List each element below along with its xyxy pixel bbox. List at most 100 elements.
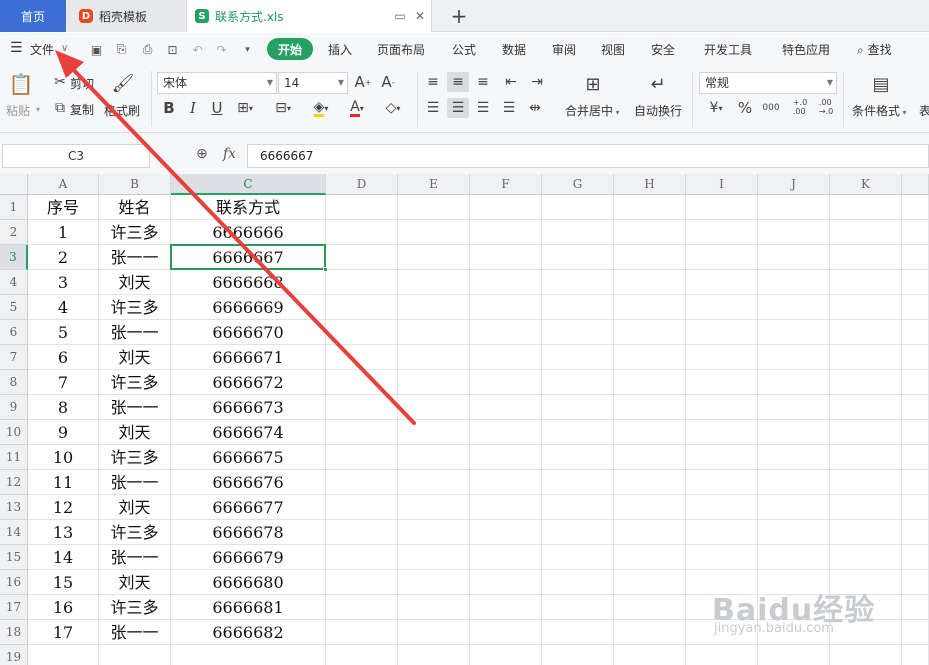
cell-i4[interactable]	[686, 270, 758, 295]
row-header-1[interactable]: 1	[0, 195, 28, 220]
cell-k7[interactable]	[830, 345, 902, 370]
cell-d9[interactable]	[326, 395, 398, 420]
conditional-format-icon[interactable]: ▤	[868, 72, 894, 96]
cell-h13[interactable]	[614, 495, 686, 520]
copy-icon[interactable]: ⧉	[52, 100, 68, 116]
fx-icon[interactable]: fx	[223, 146, 236, 162]
align-middle-icon[interactable]: ≡	[447, 72, 469, 92]
cell-i7[interactable]	[686, 345, 758, 370]
cell-h16[interactable]	[614, 570, 686, 595]
cell-g7[interactable]	[542, 345, 614, 370]
menu-item-start[interactable]: 开始	[267, 38, 313, 60]
column-header-c[interactable]: C	[171, 174, 326, 195]
row-header-16[interactable]: 16	[0, 570, 28, 595]
cell-a11[interactable]: 10	[28, 445, 99, 470]
cell-e2[interactable]	[398, 220, 470, 245]
row-header-18[interactable]: 18	[0, 620, 28, 645]
cell-i13[interactable]	[686, 495, 758, 520]
cut-icon[interactable]: ✂	[52, 74, 68, 90]
font-color-icon[interactable]: A ▾	[342, 99, 372, 117]
cell-e8[interactable]	[398, 370, 470, 395]
cell-d12[interactable]	[326, 470, 398, 495]
font-size-select[interactable]: 14 ▼	[278, 72, 348, 94]
cell-overflow[interactable]	[902, 345, 929, 370]
align-left-icon[interactable]: ☰	[424, 99, 442, 117]
cell-overflow[interactable]	[902, 545, 929, 570]
cell-f11[interactable]	[470, 445, 542, 470]
cell-g6[interactable]	[542, 320, 614, 345]
cell-d3[interactable]	[326, 245, 398, 270]
decrease-indent-icon[interactable]: ⇤	[502, 73, 520, 91]
cell-g2[interactable]	[542, 220, 614, 245]
select-all-corner[interactable]	[0, 174, 28, 195]
cell-a18[interactable]: 17	[28, 620, 99, 645]
cell-a7[interactable]: 6	[28, 345, 99, 370]
cell-d11[interactable]	[326, 445, 398, 470]
cell-d13[interactable]	[326, 495, 398, 520]
cell-f16[interactable]	[470, 570, 542, 595]
cell-k5[interactable]	[830, 295, 902, 320]
cell-overflow[interactable]	[902, 645, 929, 665]
save-icon[interactable]: ▣	[89, 42, 104, 57]
cell-g8[interactable]	[542, 370, 614, 395]
cell-a19[interactable]	[28, 645, 99, 665]
row-header-11[interactable]: 11	[0, 445, 28, 470]
cell-b8[interactable]: 许三多	[99, 370, 171, 395]
cell-a1[interactable]: 序号	[28, 195, 99, 220]
cell-d5[interactable]	[326, 295, 398, 320]
row-header-8[interactable]: 8	[0, 370, 28, 395]
cell-overflow[interactable]	[902, 220, 929, 245]
fill-handle[interactable]	[323, 267, 328, 272]
cell-a13[interactable]: 12	[28, 495, 99, 520]
cell-e14[interactable]	[398, 520, 470, 545]
cell-g17[interactable]	[542, 595, 614, 620]
cell-c19[interactable]	[171, 645, 326, 665]
cell-g11[interactable]	[542, 445, 614, 470]
print-preview-icon[interactable]: ⊡	[165, 42, 180, 57]
file-menu[interactable]: 文件	[30, 41, 54, 58]
decrease-font-icon[interactable]: A-	[379, 73, 397, 91]
cell-c18[interactable]: 6666682	[171, 620, 326, 645]
cell-b18[interactable]: 张一一	[99, 620, 171, 645]
search-button[interactable]: ⌕ 查找	[857, 41, 892, 58]
name-box[interactable]: C3	[2, 144, 150, 168]
menu-item-special[interactable]: 特色应用	[782, 41, 830, 58]
row-header-14[interactable]: 14	[0, 520, 28, 545]
window-float-icon[interactable]: ▭	[392, 8, 408, 24]
increase-indent-icon[interactable]: ⇥	[528, 73, 546, 91]
cell-g19[interactable]	[542, 645, 614, 665]
undo-icon[interactable]: ↶	[190, 42, 205, 57]
cell-a4[interactable]: 3	[28, 270, 99, 295]
cell-f18[interactable]	[470, 620, 542, 645]
cell-e3[interactable]	[398, 245, 470, 270]
cell-overflow[interactable]	[902, 195, 929, 220]
cell-j12[interactable]	[758, 470, 830, 495]
cell-c14[interactable]: 6666678	[171, 520, 326, 545]
cell-b16[interactable]: 刘天	[99, 570, 171, 595]
cut-button[interactable]: 剪切	[70, 75, 94, 92]
cell-i9[interactable]	[686, 395, 758, 420]
paste-button[interactable]: 粘贴	[6, 102, 30, 119]
cell-h19[interactable]	[614, 645, 686, 665]
cell-d15[interactable]	[326, 545, 398, 570]
cell-j19[interactable]	[758, 645, 830, 665]
cell-k4[interactable]	[830, 270, 902, 295]
cell-h10[interactable]	[614, 420, 686, 445]
wrap-text-icon[interactable]: ↵	[645, 72, 671, 96]
cell-b12[interactable]: 张一一	[99, 470, 171, 495]
cell-e18[interactable]	[398, 620, 470, 645]
column-header-f[interactable]: F	[470, 174, 542, 195]
merge-center-icon[interactable]: ⊞	[580, 72, 606, 96]
border-icon[interactable]: ⊞ ▾	[230, 99, 260, 117]
zoom-formula-icon[interactable]: ⊕	[196, 146, 208, 162]
cell-k2[interactable]	[830, 220, 902, 245]
cell-h14[interactable]	[614, 520, 686, 545]
cell-a5[interactable]: 4	[28, 295, 99, 320]
cell-a6[interactable]: 5	[28, 320, 99, 345]
cell-c12[interactable]: 6666676	[171, 470, 326, 495]
cell-a8[interactable]: 7	[28, 370, 99, 395]
cell-j4[interactable]	[758, 270, 830, 295]
cell-c8[interactable]: 6666672	[171, 370, 326, 395]
column-header-j[interactable]: J	[758, 174, 830, 195]
cell-i10[interactable]	[686, 420, 758, 445]
